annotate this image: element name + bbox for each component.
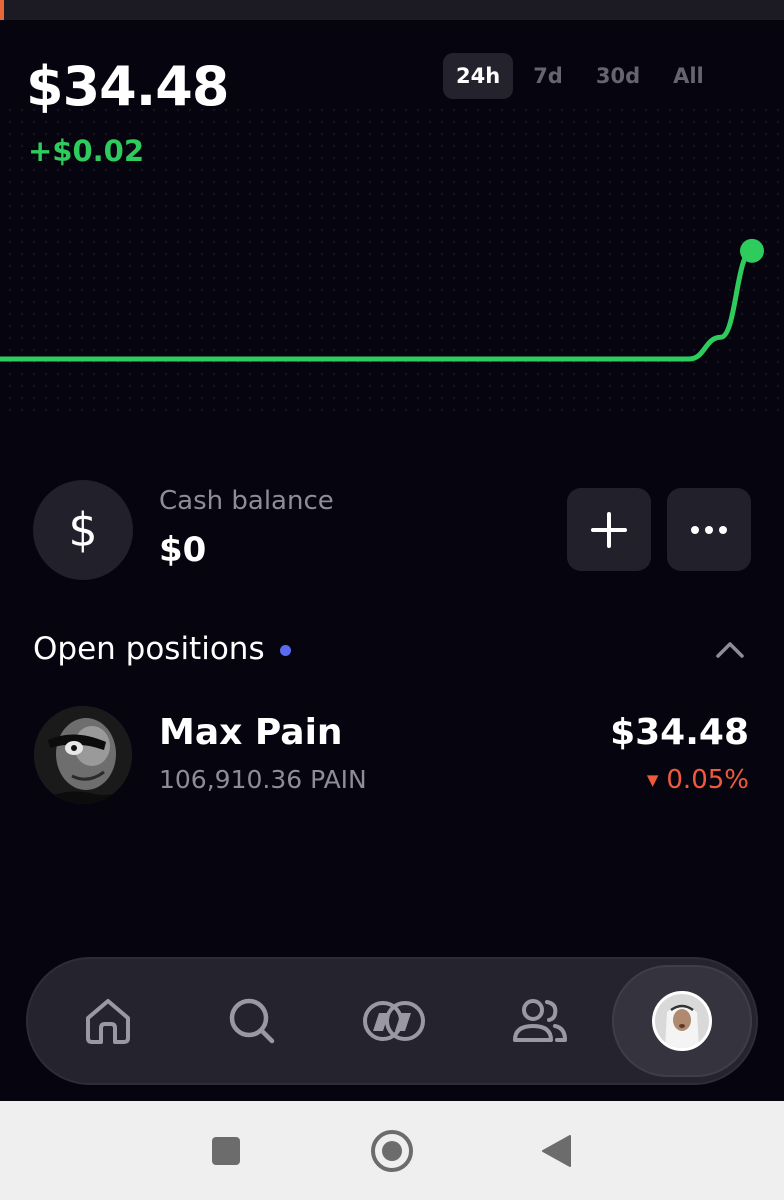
profile-avatar-icon [652, 991, 712, 1051]
android-system-bar [0, 1101, 784, 1200]
position-change-percent: 0.05% [666, 765, 749, 795]
position-amount: 106,910.36 PAIN [159, 765, 367, 794]
nav-social[interactable] [480, 959, 600, 1083]
add-funds-button[interactable] [567, 488, 651, 571]
chart-series-line [0, 248, 755, 362]
users-icon [513, 999, 567, 1042]
square-icon [212, 1136, 240, 1165]
down-arrow-icon: ▼ [646, 771, 659, 789]
triangle-back-icon [542, 1134, 571, 1167]
dollar-symbol: $ [68, 503, 98, 557]
position-name[interactable]: Max Pain [159, 712, 343, 753]
nav-trade[interactable] [334, 959, 454, 1083]
plus-icon [591, 511, 627, 548]
position-value: $34.48 [610, 712, 749, 753]
tab-24h[interactable]: 24h [443, 53, 514, 99]
max-pain-avatar-image [34, 706, 132, 804]
more-horizontal-icon [691, 525, 727, 534]
chart-current-point [740, 238, 764, 263]
nav-home[interactable] [48, 959, 168, 1083]
bottom-nav [26, 957, 758, 1085]
status-bar [0, 0, 784, 20]
chevron-up-icon[interactable] [714, 638, 746, 660]
search-icon [229, 998, 275, 1044]
range-tabs: 24h 7d 30d All [443, 53, 724, 99]
recents-button[interactable] [204, 1101, 248, 1200]
circle-home-icon [371, 1129, 413, 1172]
back-button[interactable] [536, 1101, 576, 1200]
tab-30d[interactable]: 30d [583, 53, 653, 99]
tab-all[interactable]: All [660, 53, 717, 99]
balance-cents: .48 [135, 55, 230, 118]
dollar-sign-icon: $ [33, 480, 133, 580]
tab-7d[interactable]: 7d [520, 53, 576, 99]
position-avatar[interactable] [34, 706, 132, 804]
cash-balance-label: Cash balance [159, 486, 334, 516]
portfolio-balance: $34.48 [26, 55, 230, 118]
trade-coins-icon [363, 1001, 425, 1041]
open-positions-indicator [280, 645, 291, 656]
more-options-button[interactable] [667, 488, 751, 571]
balance-main: $34 [26, 55, 137, 118]
cash-balance-value: $0 [159, 530, 207, 570]
open-positions-title: Open positions [33, 631, 265, 667]
profile-avatar-image [655, 994, 709, 1048]
status-bar-edge [0, 0, 4, 20]
home-icon [86, 999, 130, 1044]
nav-profile[interactable] [612, 965, 752, 1077]
position-change: ▼ 0.05% [647, 765, 749, 795]
system-home-button[interactable] [368, 1101, 416, 1200]
balance-change: +$0.02 [28, 134, 145, 168]
nav-search[interactable] [192, 959, 312, 1083]
